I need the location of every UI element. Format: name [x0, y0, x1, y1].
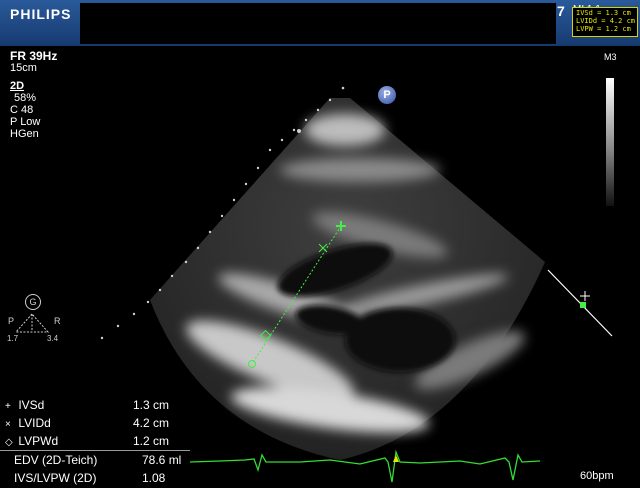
caliper-diamond-icon: ◇ — [5, 437, 13, 448]
measurement-label: LVIDd — [18, 416, 51, 430]
measurement-value: 1.2 cm — [133, 434, 170, 448]
calculation-edv[interactable]: EDV (2D-Teich) 78.6 ml — [14, 453, 181, 467]
measurement-lvidd[interactable]: × LVIDd 4.2 cm — [5, 416, 169, 430]
ultrasound-image — [14, 86, 613, 483]
ecg-trace — [189, 449, 541, 483]
orientation-triangle — [14, 313, 50, 333]
calculation-value: 78.6 ml — [142, 453, 182, 467]
heart-rate: 60bpm — [580, 470, 614, 482]
calculation-label: EDV (2D-Teich) — [14, 453, 98, 467]
orientation-left-label: P — [8, 316, 15, 326]
measurement-label: IVSd — [18, 398, 45, 412]
calculation-label: IVS/LVPW (2D) — [14, 471, 97, 485]
calculation-ivs-lvpw[interactable]: IVS/LVPW (2D) 1.08 — [14, 471, 165, 485]
results-divider — [0, 450, 190, 451]
measurement-lvpwd[interactable]: ◇ LVPWd 1.2 cm — [5, 434, 169, 448]
measurement-ivsd[interactable]: + IVSd 1.3 cm — [5, 398, 169, 412]
scan-line-indicator[interactable] — [547, 269, 613, 337]
orientation-right-value: 3.4 — [47, 334, 59, 343]
orientation-marker: G — [25, 294, 41, 310]
orientation-right-label: R — [54, 316, 61, 326]
orientation-left-value: 1.7 — [7, 334, 19, 343]
measurement-value: 4.2 cm — [133, 416, 170, 430]
measurement-value: 1.3 cm — [133, 398, 170, 412]
probe-marker-icon: P — [378, 86, 396, 104]
measurement-label: LVPWd — [18, 434, 59, 448]
calculation-value: 1.08 — [142, 471, 166, 485]
caliper-plus-icon: + — [5, 401, 11, 412]
caliper-cross-icon: × — [5, 419, 11, 430]
